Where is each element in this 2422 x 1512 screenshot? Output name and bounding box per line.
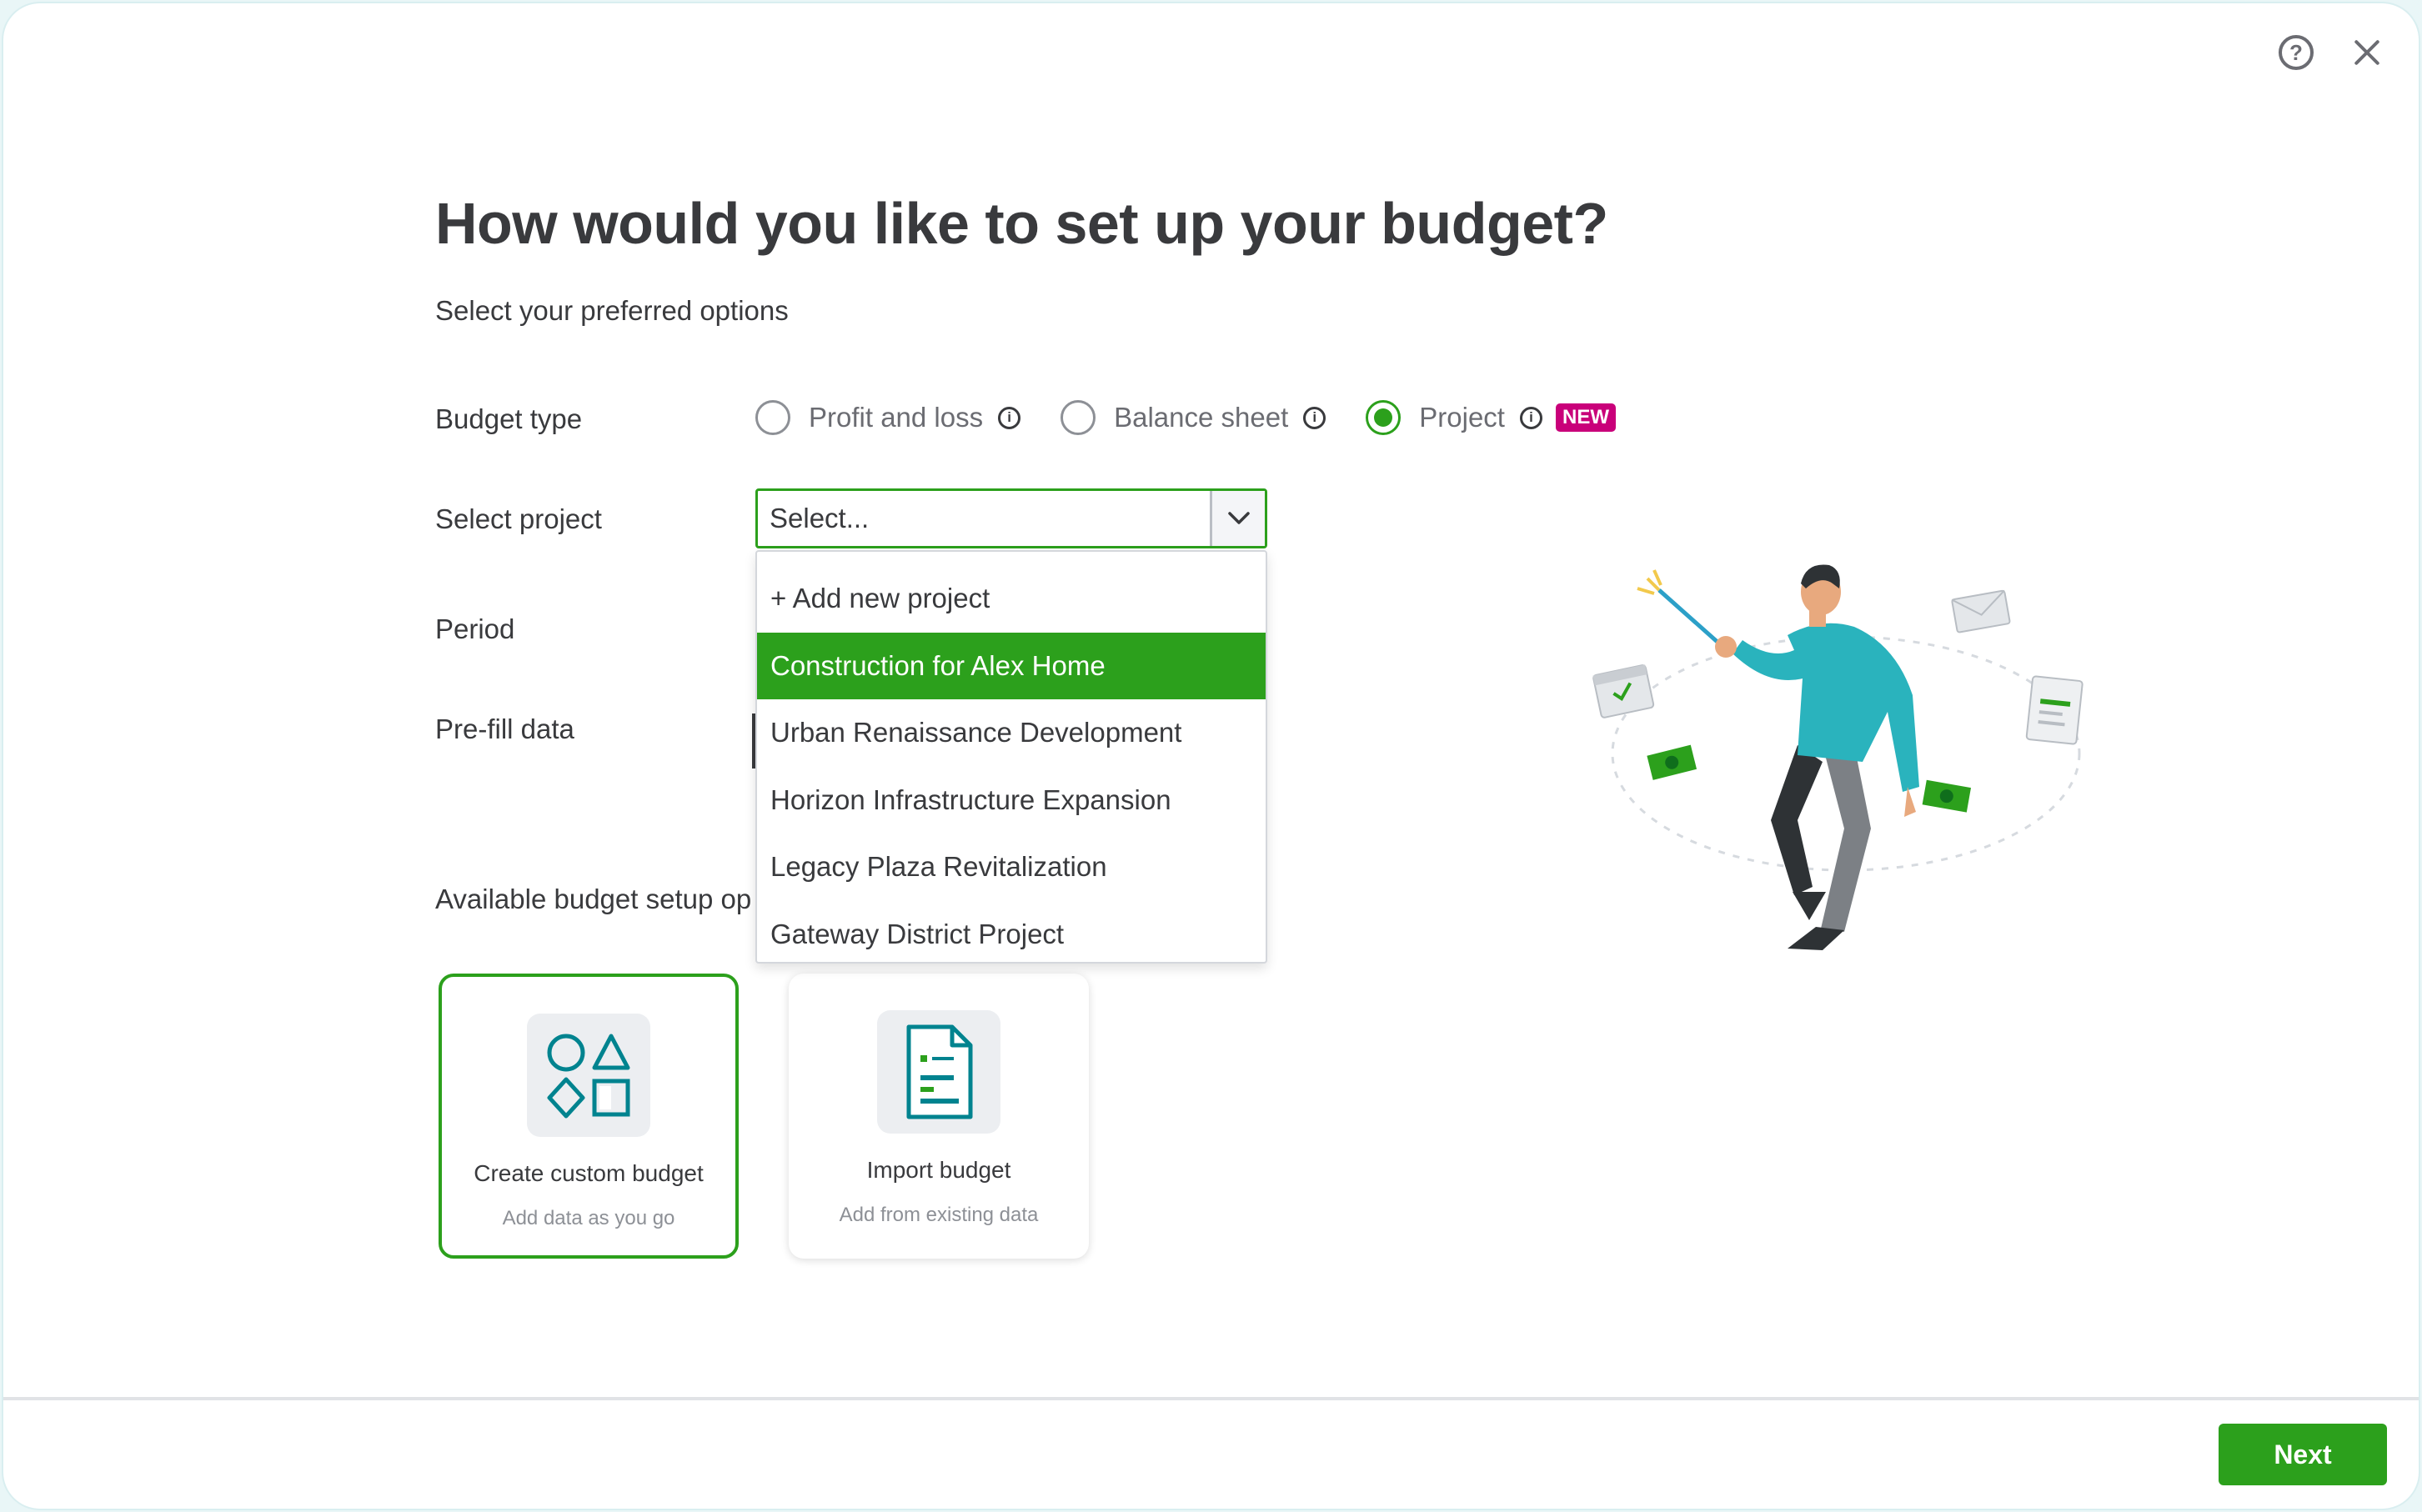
person-presenting-illustration	[1592, 564, 2084, 950]
dropdown-item-add-new-project[interactable]: + Add new project	[757, 565, 1266, 633]
select-project-label: Select project	[435, 503, 602, 534]
radio-option-project[interactable]: Project i NEW	[1366, 400, 1616, 435]
radio-label: Project	[1419, 402, 1505, 433]
radio-label: Balance sheet	[1114, 402, 1289, 433]
help-icon[interactable]: ?	[2279, 35, 2314, 70]
card-subtitle: Add from existing data	[839, 1204, 1039, 1226]
radio-button-checked[interactable]	[1366, 400, 1402, 435]
card-title: Create custom budget	[474, 1160, 704, 1186]
document-icon	[877, 1010, 1000, 1134]
footer-divider	[3, 1397, 2419, 1400]
create-custom-budget-card[interactable]: Create custom budget Add data as you go	[439, 974, 739, 1259]
dropdown-item[interactable]: Construction for Alex Home	[757, 632, 1266, 699]
project-dropdown-menu: + Add new project Construction for Alex …	[755, 550, 1267, 964]
budget-type-radio-group: Profit and loss i Balance sheet i Projec…	[755, 398, 1656, 437]
page-subtitle: Select your preferred options	[435, 295, 789, 326]
radio-button[interactable]	[1061, 400, 1096, 435]
radio-option-profit-and-loss[interactable]: Profit and loss i	[755, 400, 1021, 435]
chevron-down-icon[interactable]	[1210, 491, 1265, 546]
dropdown-item[interactable]: Urban Renaissance Development	[757, 699, 1266, 767]
page-title: How would you like to set up your budget…	[435, 191, 1608, 256]
period-label: Period	[435, 613, 515, 644]
close-icon[interactable]	[2350, 36, 2384, 69]
info-icon[interactable]: i	[998, 406, 1021, 429]
next-button[interactable]: Next	[2219, 1424, 2387, 1485]
modal-controls: ?	[2279, 35, 2384, 70]
select-project-dropdown[interactable]: Select...	[755, 488, 1267, 548]
budget-setup-modal: ? How would you like to set up your budg…	[3, 3, 2419, 1509]
available-setup-label: Available budget setup op	[435, 884, 752, 914]
dropdown-item[interactable]: Horizon Infrastructure Expansion	[757, 767, 1266, 834]
card-subtitle: Add data as you go	[502, 1207, 675, 1229]
radio-label: Profit and loss	[809, 402, 984, 433]
radio-option-balance-sheet[interactable]: Balance sheet i	[1061, 400, 1326, 435]
shapes-icon	[527, 1014, 650, 1137]
info-icon[interactable]: i	[1519, 406, 1542, 429]
new-badge: NEW	[1555, 403, 1616, 432]
card-title: Import budget	[866, 1157, 1011, 1183]
budget-type-label: Budget type	[435, 403, 583, 434]
radio-button[interactable]	[755, 400, 790, 435]
dropdown-item[interactable]: Legacy Plaza Revitalization	[757, 834, 1266, 901]
info-icon[interactable]: i	[1303, 406, 1326, 429]
select-value: Select...	[770, 503, 870, 533]
budget-setup-options: Create custom budget Add data as you go …	[439, 974, 1089, 1259]
import-budget-card[interactable]: Import budget Add from existing data	[789, 974, 1089, 1259]
dropdown-item[interactable]: Gateway District Project	[757, 901, 1266, 969]
prefill-label: Pre-fill data	[435, 713, 574, 744]
